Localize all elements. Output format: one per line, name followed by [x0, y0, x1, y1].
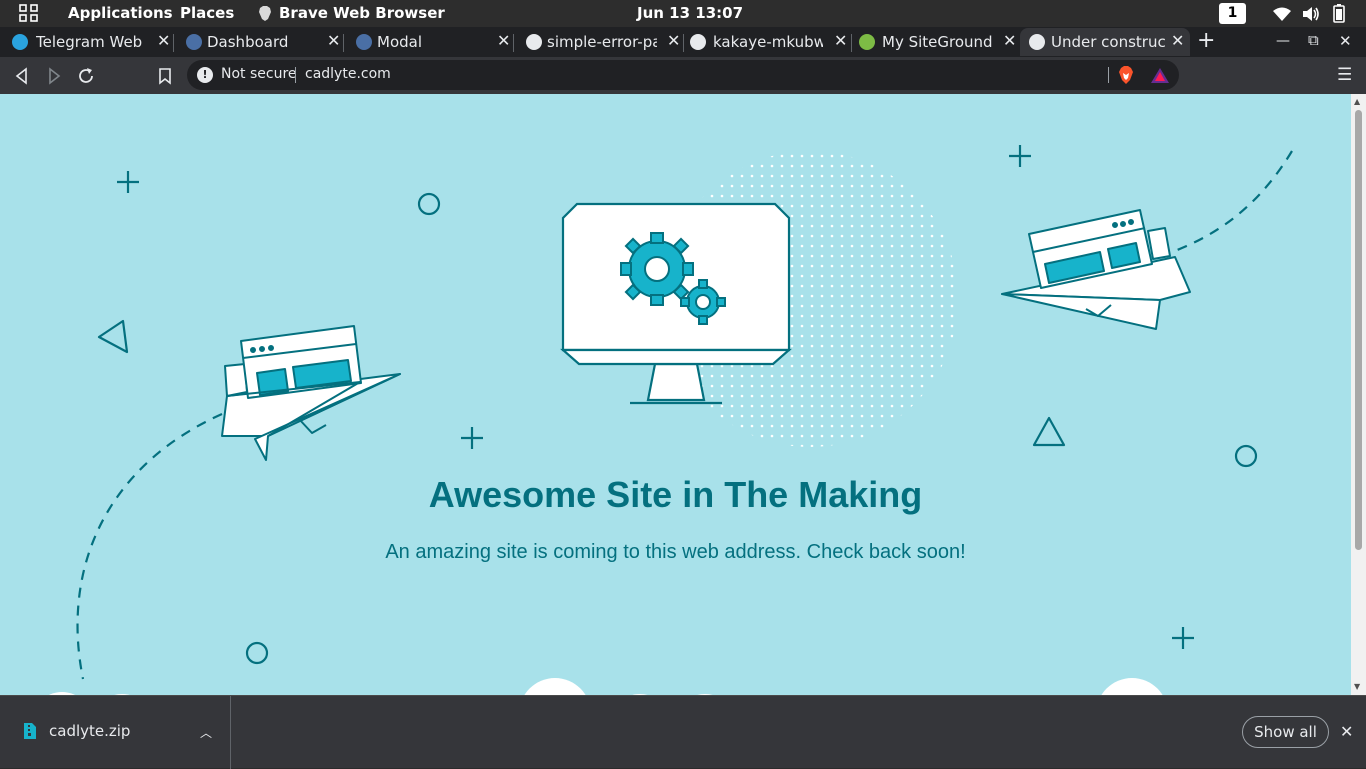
download-item[interactable]: cadlyte.zip ︿ — [0, 696, 231, 769]
clock[interactable]: Jun 13 13:07 — [637, 4, 743, 23]
under-construction-illustration — [48, 145, 1293, 695]
tab-title: My SiteGround A — [882, 33, 994, 51]
tab-title: Dashboard — [207, 33, 289, 51]
scrollbar-thumb[interactable] — [1355, 110, 1362, 550]
places-menu[interactable]: Places — [180, 4, 234, 23]
battery-icon[interactable] — [1333, 4, 1345, 23]
restore-button[interactable]: ⧉ — [1308, 31, 1319, 49]
info-icon[interactable]: ! — [197, 67, 213, 83]
security-status[interactable]: Not secure — [221, 66, 297, 82]
right-paper-plane-graphic — [1001, 209, 1191, 330]
bootstrap-icon — [186, 34, 202, 50]
tab-title: Modal — [377, 33, 422, 51]
download-shelf: cadlyte.zip ︿ Show all ✕ — [0, 695, 1366, 769]
show-all-downloads-button[interactable]: Show all — [1242, 716, 1329, 748]
menu-icon[interactable]: ☰ — [1337, 65, 1352, 85]
close-shelf-icon[interactable]: ✕ — [1340, 722, 1353, 741]
cloud-decoration — [48, 678, 1163, 695]
close-tab-icon[interactable]: ✕ — [1003, 31, 1016, 51]
back-icon[interactable] — [12, 66, 32, 86]
zip-file-icon — [24, 723, 36, 739]
wifi-icon[interactable] — [1273, 7, 1291, 21]
scroll-up-arrow-icon[interactable]: ▲ — [1354, 97, 1360, 106]
url-text[interactable]: cadlyte.com — [305, 66, 391, 82]
tab-title: Telegram Web — [36, 33, 143, 51]
bookmark-icon[interactable] — [155, 66, 175, 86]
chevron-up-icon[interactable]: ︿ — [200, 724, 212, 741]
omnibox-divider — [295, 67, 296, 83]
globe-icon — [1029, 34, 1045, 50]
forward-icon[interactable] — [44, 66, 64, 86]
tab-title: Under constructi — [1051, 33, 1166, 51]
tab-telegram[interactable]: Telegram Web ✕ — [0, 28, 174, 56]
brave-shields-icon[interactable] — [1118, 66, 1134, 84]
telegram-icon — [12, 34, 28, 50]
page-headline: Awesome Site in The Making — [428, 474, 923, 515]
applications-menu[interactable]: Applications — [68, 4, 173, 23]
brave-rewards-icon[interactable] — [1151, 68, 1169, 83]
bootstrap-icon — [356, 34, 372, 50]
tab-dashboard[interactable]: Dashboard ✕ — [174, 28, 344, 56]
dashed-flight-path-right — [1171, 150, 1293, 254]
volume-icon[interactable] — [1302, 6, 1320, 22]
close-tab-icon[interactable]: ✕ — [1171, 31, 1184, 51]
download-file-name: cadlyte.zip — [49, 722, 131, 740]
system-top-bar: Applications Places Brave Web Browser Ju… — [0, 0, 1366, 27]
omnibox-divider — [1108, 67, 1109, 83]
github-icon — [526, 34, 542, 50]
tab-siteground[interactable]: My SiteGround A ✕ — [852, 28, 1020, 56]
large-gear-icon — [620, 232, 694, 306]
left-paper-plane-graphic — [221, 325, 401, 461]
tab-simple-error-page[interactable]: simple-error-pa ✕ — [514, 28, 684, 56]
brave-lion-icon — [259, 6, 271, 21]
siteground-icon — [859, 34, 875, 50]
active-app-name[interactable]: Brave Web Browser — [279, 4, 445, 23]
address-bar[interactable]: ! Not secure cadlyte.com — [187, 60, 1179, 90]
close-tab-icon[interactable]: ✕ — [327, 31, 340, 51]
page-subheadline: An amazing site is coming to this web ad… — [385, 541, 966, 563]
minimize-button[interactable]: — — [1276, 33, 1290, 49]
reload-icon[interactable] — [76, 66, 96, 86]
new-tab-button[interactable]: + — [1197, 30, 1215, 52]
tab-kakaye-mkubwa[interactable]: kakaye-mkubwa ✕ — [684, 28, 852, 56]
tab-under-construction[interactable]: Under constructi ✕ — [1020, 28, 1190, 56]
close-tab-icon[interactable]: ✕ — [667, 31, 680, 51]
tab-title: simple-error-pa — [547, 33, 657, 51]
tab-strip: Telegram Web ✕ Dashboard ✕ Modal ✕ simpl… — [0, 27, 1366, 57]
workspace-indicator[interactable]: 1 — [1219, 3, 1246, 24]
app-grid-icon[interactable] — [19, 4, 39, 22]
github-icon — [690, 34, 706, 50]
close-tab-icon[interactable]: ✕ — [157, 31, 170, 51]
browser-toolbar: ! Not secure cadlyte.com ☰ — [0, 57, 1366, 94]
scroll-down-arrow-icon[interactable]: ▼ — [1354, 682, 1360, 691]
vertical-scrollbar[interactable]: ▲ ▼ — [1351, 94, 1366, 695]
tab-modal[interactable]: Modal ✕ — [344, 28, 514, 56]
close-tab-icon[interactable]: ✕ — [497, 31, 510, 51]
tab-title: kakaye-mkubwa — [713, 33, 823, 51]
close-tab-icon[interactable]: ✕ — [834, 31, 847, 51]
close-window-button[interactable]: ✕ — [1339, 32, 1352, 50]
page-viewport: Awesome Site in The Making An amazing si… — [0, 94, 1351, 695]
